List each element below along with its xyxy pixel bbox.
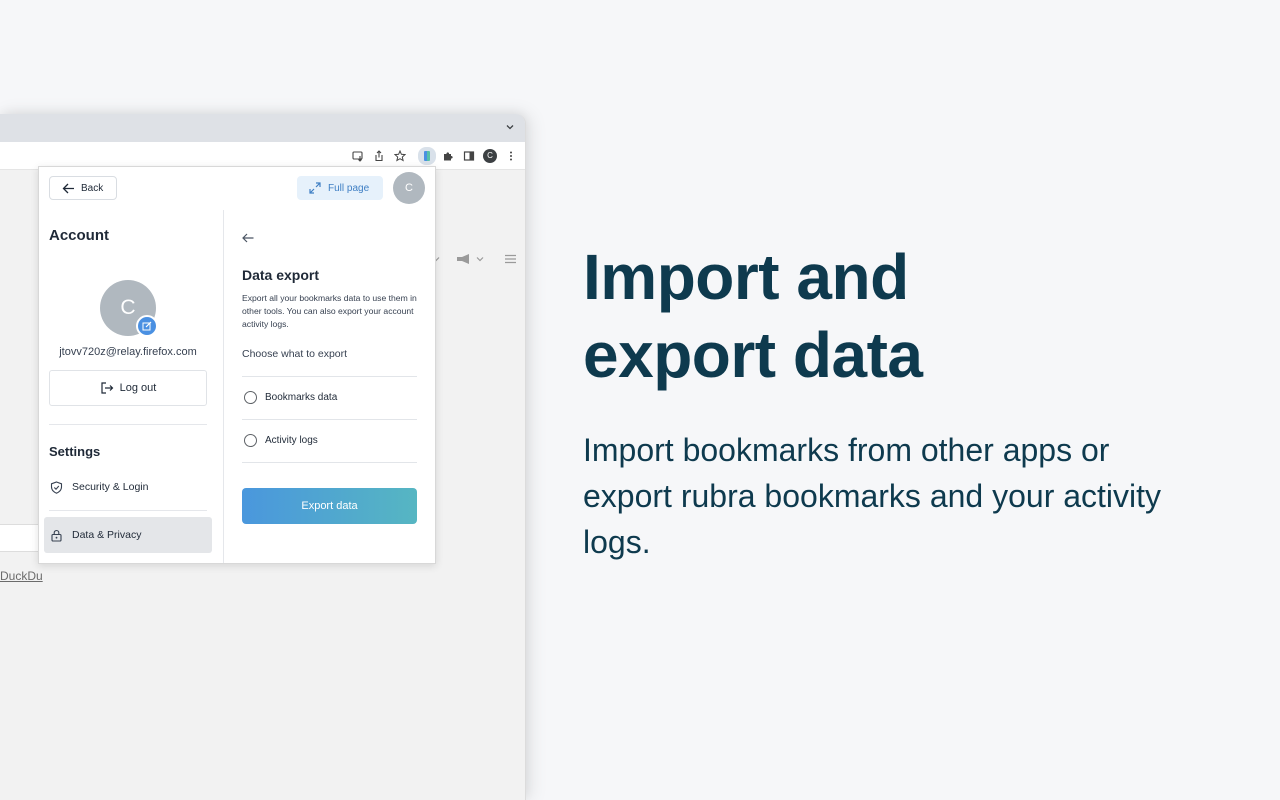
chevron-down-icon[interactable]: [505, 122, 515, 132]
profile-initial: C: [483, 149, 497, 163]
extension-popup: Back Full page C Account C jtovv720z@rel…: [38, 166, 436, 564]
profile-icon[interactable]: C: [482, 148, 498, 164]
headline-line: Import and: [583, 241, 909, 313]
option-label: Activity logs: [265, 435, 318, 446]
radio-button[interactable]: [244, 391, 257, 404]
choose-export-label: Choose what to export: [242, 348, 348, 360]
arrow-left-icon[interactable]: [241, 231, 255, 245]
star-icon[interactable]: [392, 148, 408, 164]
divider: [242, 462, 417, 463]
share-icon[interactable]: [371, 148, 387, 164]
headline: Import and export data: [583, 238, 1223, 394]
background-search-box: [0, 524, 40, 552]
logout-label: Log out: [119, 382, 157, 394]
logout-icon: [101, 382, 113, 394]
megaphone-icon: [457, 254, 484, 264]
data-export-description: Export all your bookmarks data to use th…: [242, 293, 417, 329]
full-page-label: Full page: [328, 182, 370, 194]
back-label: Back: [81, 182, 104, 194]
option-bookmarks-data[interactable]: Bookmarks data: [244, 391, 337, 404]
radio-button[interactable]: [244, 434, 257, 447]
menu-item-data-privacy[interactable]: Data & Privacy: [44, 517, 212, 553]
rubra-extension-icon[interactable]: [418, 147, 436, 165]
divider: [242, 419, 417, 420]
arrow-left-icon: [62, 183, 74, 193]
divider: [49, 510, 207, 511]
option-activity-logs[interactable]: Activity logs: [244, 434, 318, 447]
export-data-button[interactable]: Export data: [242, 488, 417, 524]
tab-strip: [0, 114, 525, 142]
option-label: Bookmarks data: [265, 392, 338, 403]
divider: [49, 424, 207, 425]
lock-icon: [51, 529, 62, 542]
menu-item-label: Security & Login: [72, 481, 149, 493]
account-title: Account: [49, 227, 109, 244]
hamburger-menu-icon: [505, 254, 516, 264]
kebab-menu-icon[interactable]: [503, 148, 519, 164]
menu-item-security[interactable]: Security & Login: [44, 469, 212, 505]
shield-icon: [50, 480, 63, 494]
menu-item-label: Data & Privacy: [72, 529, 142, 541]
puzzle-icon[interactable]: [440, 148, 456, 164]
full-page-button[interactable]: Full page: [297, 176, 383, 200]
data-export-title: Data export: [242, 267, 320, 283]
settings-title: Settings: [49, 444, 101, 459]
divider: [242, 376, 417, 377]
avatar[interactable]: C: [393, 172, 425, 204]
expand-icon: [309, 182, 321, 194]
install-icon[interactable]: [350, 148, 366, 164]
subtext: Import bookmarks from other apps or expo…: [583, 432, 1162, 560]
account-email: jtovv720z@relay.firefox.com: [59, 346, 197, 358]
back-button[interactable]: Back: [49, 176, 117, 200]
edit-avatar-button[interactable]: [136, 315, 158, 337]
headline-line: export data: [583, 319, 923, 391]
edit-icon: [142, 321, 152, 331]
logout-button[interactable]: Log out: [49, 370, 207, 406]
background-link: DuckDu: [0, 569, 43, 583]
sidepanel-icon[interactable]: [461, 148, 477, 164]
column-divider: [223, 210, 224, 563]
